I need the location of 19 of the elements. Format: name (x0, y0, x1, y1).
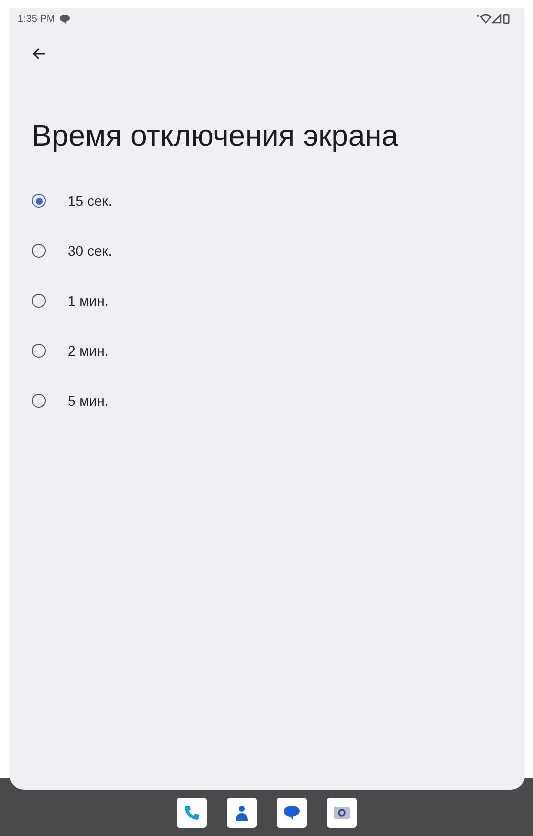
status-time: 1:35 PM (18, 14, 56, 24)
page-title: Время отключения экрана (32, 120, 400, 154)
status-icons-drawing (477, 14, 511, 24)
back-arrow-icon (32, 48, 46, 60)
radio-option[interactable]: 5 мин. (10, 376, 525, 426)
radio-button[interactable] (32, 244, 46, 258)
radio-option[interactable]: 30 сек. (10, 226, 525, 276)
radio-button[interactable] (32, 394, 46, 408)
message-icon (60, 14, 70, 24)
radio-button[interactable] (32, 294, 46, 308)
camera-app-icon[interactable] (326, 798, 356, 828)
radio-button[interactable] (32, 344, 46, 358)
radio-option[interactable]: 1 мин. (10, 276, 525, 326)
chat-app-icon[interactable] (276, 798, 306, 828)
radio-button[interactable] (32, 194, 46, 208)
phone-app-icon[interactable] (176, 798, 206, 828)
radio-option[interactable]: 15 сек. (10, 176, 525, 226)
radio-option[interactable]: 2 мин. (10, 326, 525, 376)
contact-app-icon[interactable] (226, 798, 256, 828)
